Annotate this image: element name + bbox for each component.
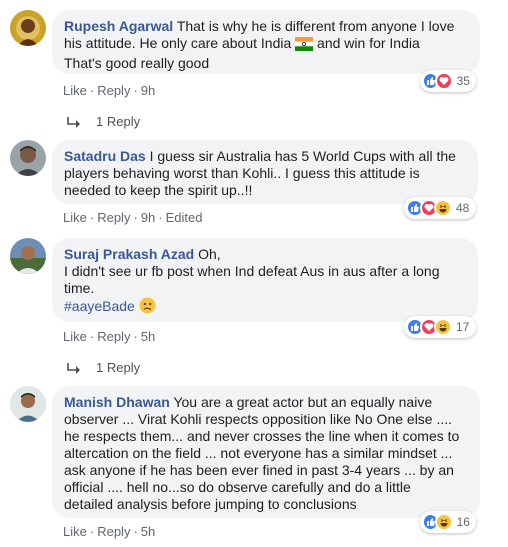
view-replies-link[interactable]: 1 Reply [66,360,140,376]
reaction-count: 16 [456,515,470,529]
reaction-summary[interactable]: 48 [404,197,476,219]
hashtag-link[interactable]: #aayeBade [64,298,135,314]
reaction-count: 17 [456,320,470,334]
comment-bubble: Satadru Das I guess sir Australia has 5 … [52,140,478,204]
reply-button[interactable]: Reply [97,524,130,539]
reply-arrow-icon [66,116,82,129]
confused-face-icon [139,297,156,318]
comment-text: his attitude. He only care about India [64,35,292,51]
comment-text: I didn't see ur fb post when Ind defeat … [64,263,440,279]
comment-text: ask anyone if he has been ever fined in … [64,462,454,478]
comment-actions: Like · Reply · 5h [63,524,155,540]
india-flag-icon [295,37,314,55]
reply-button[interactable]: Reply [97,329,130,344]
comment-text: official .... hell no...so do observe ca… [64,479,411,495]
reaction-summary[interactable]: 17 [404,316,476,338]
separator: · [133,210,138,225]
comment-text: That's good really good [64,55,210,71]
avatar[interactable] [10,140,46,176]
reaction-count: 35 [456,74,470,88]
separator: · [89,210,95,225]
comment-text: altercation on the field ... not everyon… [64,445,453,461]
comment-bubble: Manish Dhawan You are a great actor but … [52,386,480,518]
haha-icon [434,199,452,217]
comment-text: detailed analysis before jumping to conc… [64,496,357,512]
comment-author[interactable]: Satadru Das [64,148,146,164]
avatar[interactable] [10,386,46,422]
comment-text: he respects them... and never crosses th… [64,428,460,444]
like-button[interactable]: Like [63,524,87,539]
comment-author[interactable]: Manish Dhawan [64,394,170,410]
timestamp[interactable]: 5h [141,524,155,539]
separator: · [133,329,138,344]
edited-label[interactable]: Edited [166,210,203,225]
replies-count-label[interactable]: 1 Reply [96,114,140,129]
view-replies-link[interactable]: 1 Reply [66,114,140,130]
avatar[interactable] [10,10,46,46]
haha-icon [434,318,452,336]
love-icon [435,72,453,90]
comment-text: observer ... Virat Kohli respects opposi… [64,411,453,427]
separator: · [133,524,138,539]
comment-text: needed to keep the spirit up..!! [64,182,253,198]
comment-text: players behaving worst than Kohli.. I gu… [64,165,420,181]
reply-button[interactable]: Reply [97,210,130,225]
separator: · [158,210,163,225]
comment-actions: Like · Reply · 5h [63,329,155,345]
comment-text: That is why he is different from anyone … [176,18,455,34]
separator: · [89,83,95,98]
haha-icon [435,513,453,531]
comment-actions: Like · Reply · 9h [63,83,155,99]
reaction-count: 48 [456,201,470,215]
comment-bubble: Suraj Prakash Azad Oh, I didn't see ur f… [52,238,478,322]
timestamp[interactable]: 9h [141,83,155,98]
avatar[interactable] [10,238,46,274]
reply-arrow-icon [66,362,82,375]
like-button[interactable]: Like [63,210,87,225]
timestamp[interactable]: 9h [141,210,155,225]
comment-text: Oh, [198,246,221,262]
timestamp[interactable]: 5h [141,329,155,344]
comment-text: You are a great actor but an equally nai… [173,394,433,410]
comment-text: and win for India [317,35,420,51]
comment-text: I guess sir Australia has 5 World Cups w… [149,148,456,164]
like-button[interactable]: Like [63,83,87,98]
reaction-summary[interactable]: 35 [420,70,476,92]
comment-actions: Like · Reply · 9h · Edited [63,210,202,226]
reaction-summary[interactable]: 16 [420,511,476,533]
separator: · [133,83,138,98]
separator: · [89,329,95,344]
separator: · [89,524,95,539]
comment-author[interactable]: Suraj Prakash Azad [64,246,194,262]
like-button[interactable]: Like [63,329,87,344]
comment-author[interactable]: Rupesh Agarwal [64,18,173,34]
reply-button[interactable]: Reply [97,83,130,98]
replies-count-label[interactable]: 1 Reply [96,360,140,375]
comment-bubble: Rupesh Agarwal That is why he is differe… [52,10,480,74]
comment-text: time. [64,280,95,296]
